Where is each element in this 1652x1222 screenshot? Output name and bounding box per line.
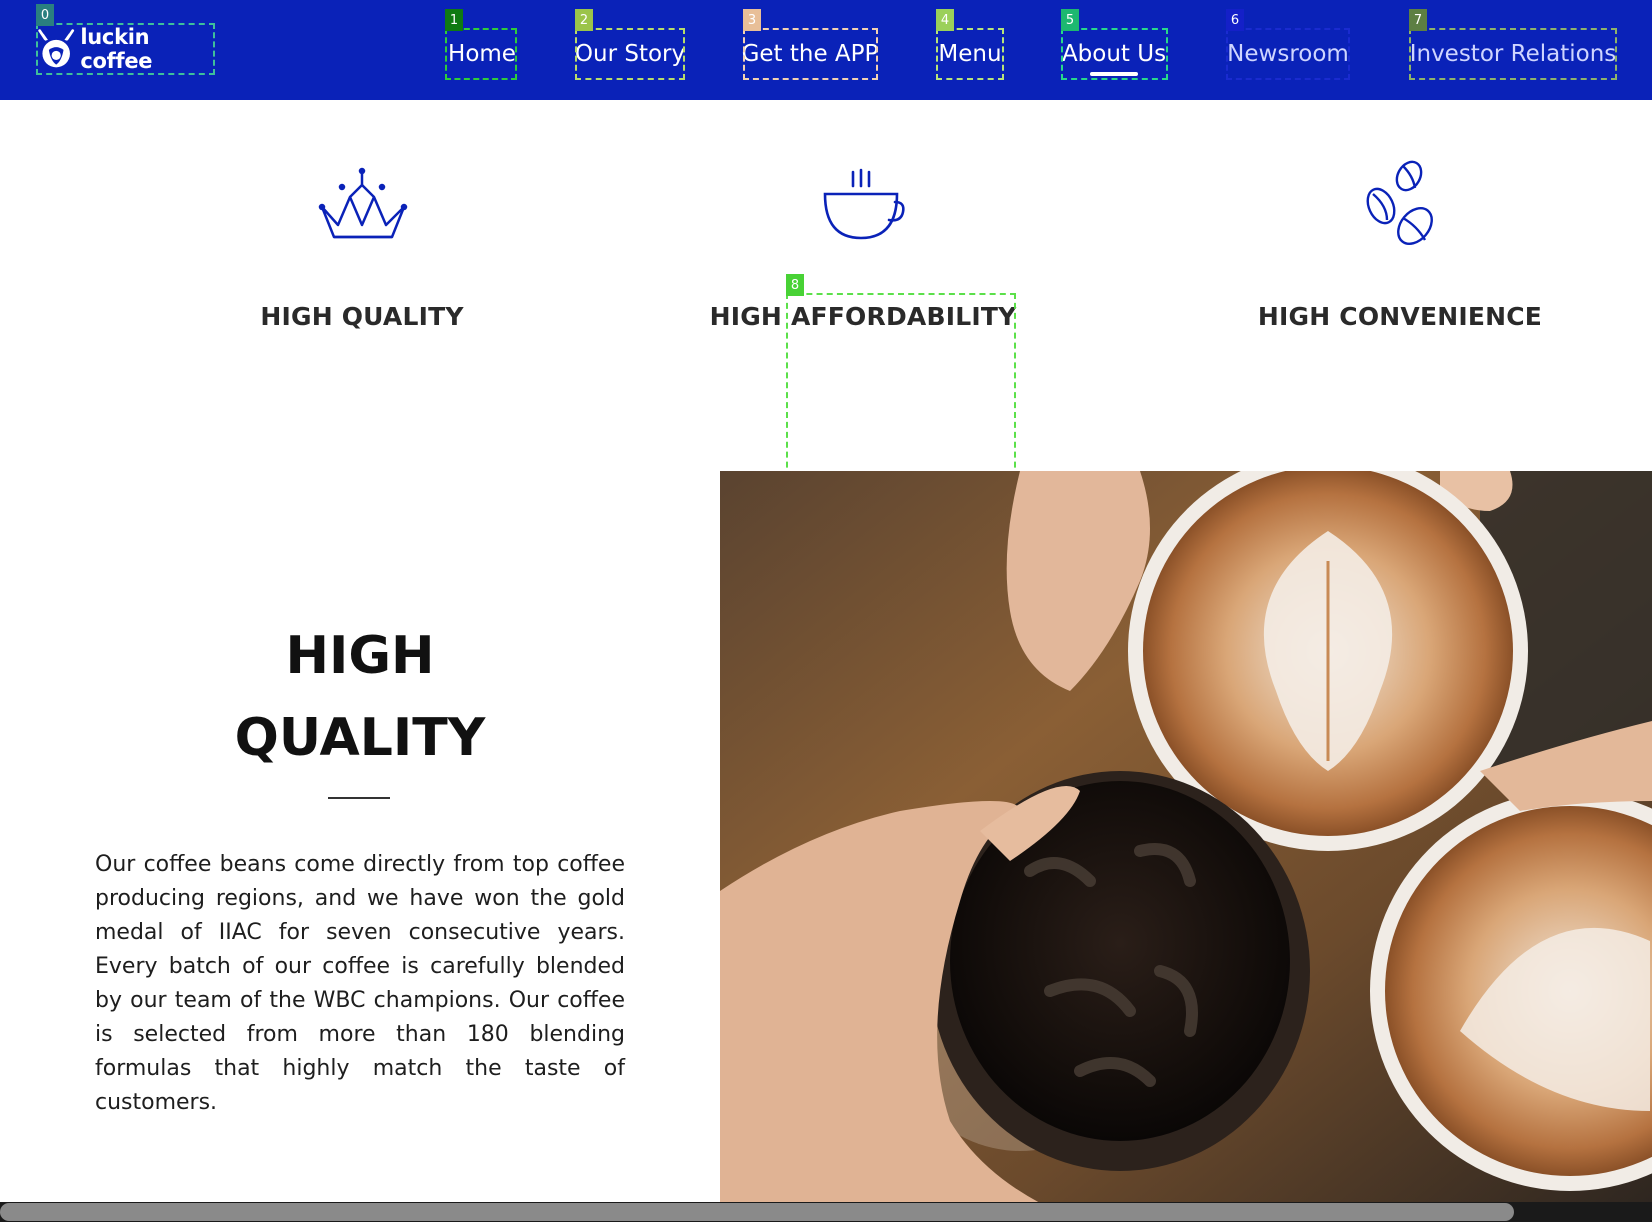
horizontal-scrollbar[interactable] — [0, 1202, 1652, 1222]
nav-newsroom-label: Newsroom — [1227, 41, 1349, 67]
logo-text: luckin coffee — [80, 25, 153, 73]
quality-heading-line1: HIGH — [285, 626, 435, 686]
nav-menu[interactable]: Menu — [937, 28, 1003, 80]
heading-divider — [328, 797, 390, 799]
page: luckin coffee Home Our Story Get the APP… — [0, 0, 1652, 1222]
nav-about-us[interactable]: About Us — [1062, 28, 1166, 80]
scrollbar-thumb[interactable] — [0, 1203, 1514, 1221]
coffee-beans-icon — [1361, 160, 1439, 250]
nav-our-story-label: Our Story — [574, 41, 686, 67]
feature-title: HIGH AFFORDABILITY — [709, 302, 1017, 331]
quality-heading: HIGH QUALITY — [90, 615, 630, 779]
feature-high-affordability: HIGH AFFORDABILITY — [663, 160, 1063, 331]
nav-home[interactable]: Home — [446, 28, 518, 80]
active-nav-underline — [1090, 72, 1138, 76]
feature-high-quality: HIGH QUALITY — [162, 160, 562, 331]
nav-investor-relations-label: Investor Relations — [1409, 41, 1617, 67]
site-header: luckin coffee Home Our Story Get the APP… — [0, 0, 1652, 100]
deer-logo-icon — [38, 29, 75, 68]
feature-high-convenience: HIGH CONVENIENCE — [1200, 160, 1600, 331]
luckin-logo[interactable]: luckin coffee — [36, 23, 216, 75]
nav-get-the-app-label: Get the APP — [741, 41, 879, 67]
quality-description: Our coffee beans come directly from top … — [95, 852, 625, 1115]
nav-get-the-app[interactable]: Get the APP — [741, 28, 879, 80]
nav-menu-label: Menu — [938, 41, 1002, 67]
nav-our-story[interactable]: Our Story — [574, 28, 686, 80]
nav-about-us-label: About Us — [1061, 41, 1167, 67]
quality-heading-line2: QUALITY — [234, 708, 486, 768]
crown-icon — [314, 160, 410, 250]
coffee-cup-icon — [821, 160, 905, 250]
feature-title: HIGH CONVENIENCE — [1257, 302, 1543, 331]
hands-toasting-coffee-cups-photo — [720, 471, 1652, 1203]
nav-home-label: Home — [448, 41, 516, 67]
nav-newsroom[interactable]: Newsroom — [1226, 28, 1350, 80]
feature-title: HIGH QUALITY — [260, 302, 464, 331]
nav-investor-relations[interactable]: Investor Relations — [1409, 28, 1617, 80]
